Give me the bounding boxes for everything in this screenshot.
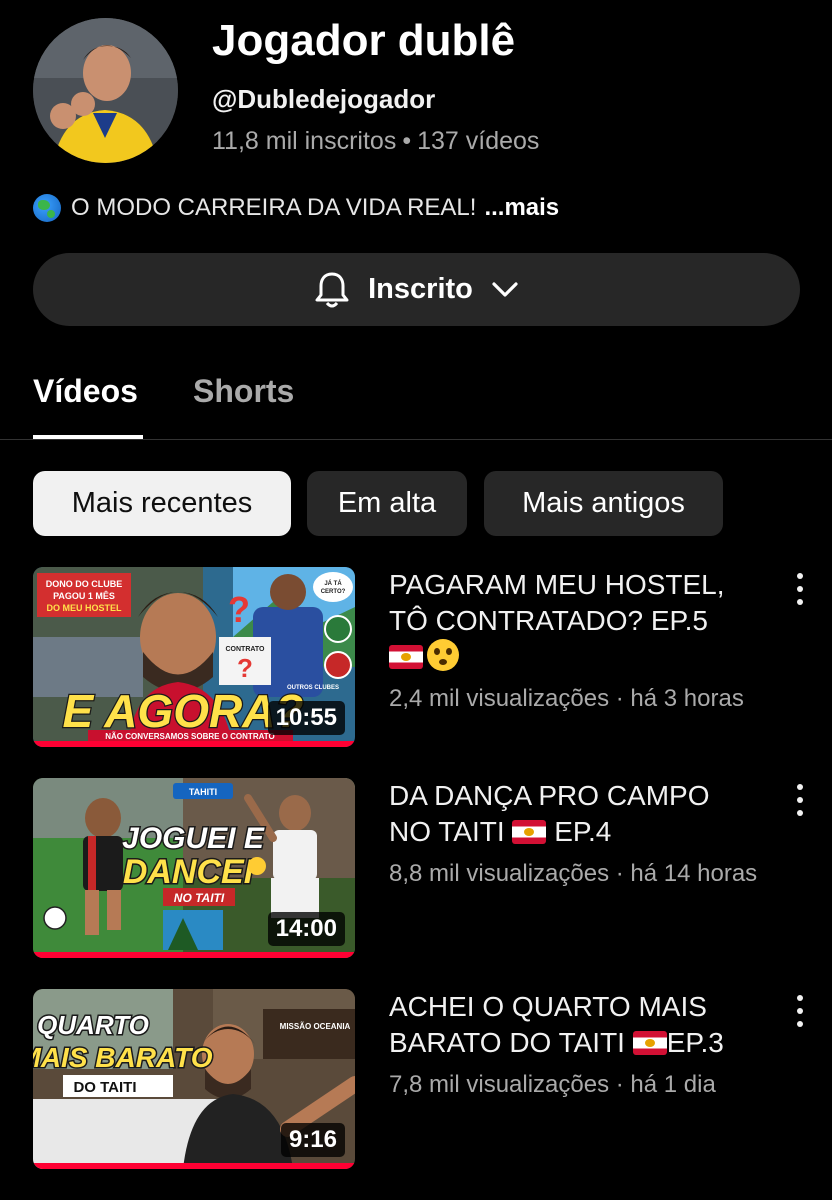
video-title[interactable]: ACHEI O QUARTO MAIS BARATO DO TAITI EP.3	[389, 989, 774, 1061]
thumb-banner-text-3: DO MEU HOSTEL	[46, 603, 122, 613]
video-item[interactable]: QUARTO MAIS BARATO DO TAITI MISSÃO OCEAN…	[0, 989, 832, 1169]
tab-selected-indicator	[33, 435, 143, 439]
video-duration: 14:00	[267, 912, 345, 946]
thumb-banner-text: DONO DO CLUBE	[46, 579, 123, 589]
subscribed-label: Inscrito	[368, 273, 473, 305]
video-title-line: DA DANÇA PRO CAMPO	[389, 780, 710, 811]
video-title[interactable]: DA DANÇA PRO CAMPO NO TAITI EP.4	[389, 778, 774, 850]
description-text: O MODO CARREIRA DA VIDA REAL!	[71, 194, 477, 221]
video-title-line: ACHEI O QUARTO MAIS	[389, 991, 707, 1022]
channel-tabs: Vídeos Shorts	[0, 360, 832, 440]
thumb-main-text-2: MAIS BARATO	[33, 1042, 213, 1073]
video-title[interactable]: PAGARAM MEU HOSTEL, TÔ CONTRATADO? EP.5	[389, 567, 774, 675]
channel-stats: 11,8 mil inscritos • 137 vídeos	[212, 127, 539, 156]
watch-progress-bar	[33, 1163, 355, 1169]
video-thumbnail[interactable]: QUARTO MAIS BARATO DO TAITI MISSÃO OCEAN…	[33, 989, 355, 1169]
video-metadata: 7,8 mil visualizações · há 1 dia	[389, 1071, 716, 1098]
flushed-face-emoji-icon	[427, 639, 459, 671]
video-item[interactable]: TAHITI JOGUEI E DANCEI NO TAITI 14:00 DA…	[0, 778, 832, 958]
tab-shorts[interactable]: Shorts	[193, 373, 294, 410]
subscriber-count: 11,8 mil inscritos	[212, 127, 397, 155]
thumb-contract-text: CONTRATO	[225, 646, 265, 653]
video-duration: 10:55	[267, 701, 345, 735]
french-polynesia-flag-icon	[632, 1031, 667, 1055]
video-more-options-button[interactable]	[788, 995, 812, 1027]
video-title-line: TÔ CONTRATADO? EP.5	[389, 605, 708, 636]
video-metadata: 8,8 mil visualizações · há 14 horas	[389, 860, 758, 887]
bell-icon	[315, 272, 349, 307]
filter-chip-recent[interactable]: Mais recentes	[33, 471, 291, 536]
video-title-line: NO TAITI	[389, 816, 505, 847]
video-thumbnail[interactable]: DONO DO CLUBE PAGOU 1 MÊS DO MEU HOSTEL …	[33, 567, 355, 747]
thumb-location-text: TAHITI	[189, 787, 217, 797]
video-item[interactable]: DONO DO CLUBE PAGOU 1 MÊS DO MEU HOSTEL …	[0, 567, 832, 747]
french-polynesia-flag-icon	[389, 645, 423, 669]
thumb-sub-text: DO TAITI	[73, 1079, 136, 1096]
channel-handle: @Dubledejogador	[212, 84, 436, 114]
subscribed-button[interactable]: Inscrito	[33, 253, 800, 326]
video-title-line: PAGARAM MEU HOSTEL,	[389, 569, 725, 600]
watch-progress-bar	[33, 741, 355, 747]
filter-chip-oldest[interactable]: Mais antigos	[484, 471, 723, 536]
video-thumbnail[interactable]: TAHITI JOGUEI E DANCEI NO TAITI 14:00	[33, 778, 355, 958]
channel-name: Jogador dublê	[212, 16, 516, 65]
channel-description[interactable]: O MODO CARREIRA DA VIDA REAL! ...mais	[33, 194, 559, 222]
globe-icon	[33, 194, 61, 222]
video-more-options-button[interactable]	[788, 784, 812, 816]
thumb-banner-text-2: PAGOU 1 MÊS	[53, 590, 115, 601]
stats-separator: •	[402, 127, 412, 155]
thumb-bottom-text: NÃO CONVERSAMOS SOBRE O CONTRATO	[105, 732, 275, 741]
video-title-line: BARATO DO TAITI	[389, 1027, 625, 1058]
video-title-episode: EP.4	[554, 816, 612, 847]
thumb-main-text-1: QUARTO	[37, 1010, 149, 1040]
video-count: 137 vídeos	[417, 127, 540, 155]
chevron-down-icon	[492, 281, 518, 297]
filter-chip-trending[interactable]: Em alta	[307, 471, 467, 536]
svg-text:?: ?	[237, 653, 253, 683]
svg-text:CERTO?: CERTO?	[321, 589, 346, 595]
french-polynesia-flag-icon	[512, 820, 547, 844]
thumb-main-text-2: DANCEI	[123, 853, 255, 891]
tab-videos[interactable]: Vídeos	[33, 373, 138, 410]
svg-text:?: ?	[228, 589, 250, 630]
video-metadata: 2,4 mil visualizações · há 3 horas	[389, 685, 744, 712]
description-more-link[interactable]: ...mais	[484, 194, 559, 222]
video-more-options-button[interactable]	[788, 573, 812, 605]
video-title-episode: EP.3	[666, 1027, 724, 1058]
thumb-sub-text: NO TAITI	[174, 891, 225, 905]
thumb-corner-text: MISSÃO OCEANIA	[280, 1022, 351, 1031]
thumb-bubble-text: JÁ TÁ	[324, 580, 342, 587]
thumb-main-text-1: JOGUEI E	[122, 822, 265, 855]
video-duration: 9:16	[280, 1123, 345, 1157]
channel-avatar[interactable]	[33, 18, 178, 163]
watch-progress-bar	[33, 952, 355, 958]
